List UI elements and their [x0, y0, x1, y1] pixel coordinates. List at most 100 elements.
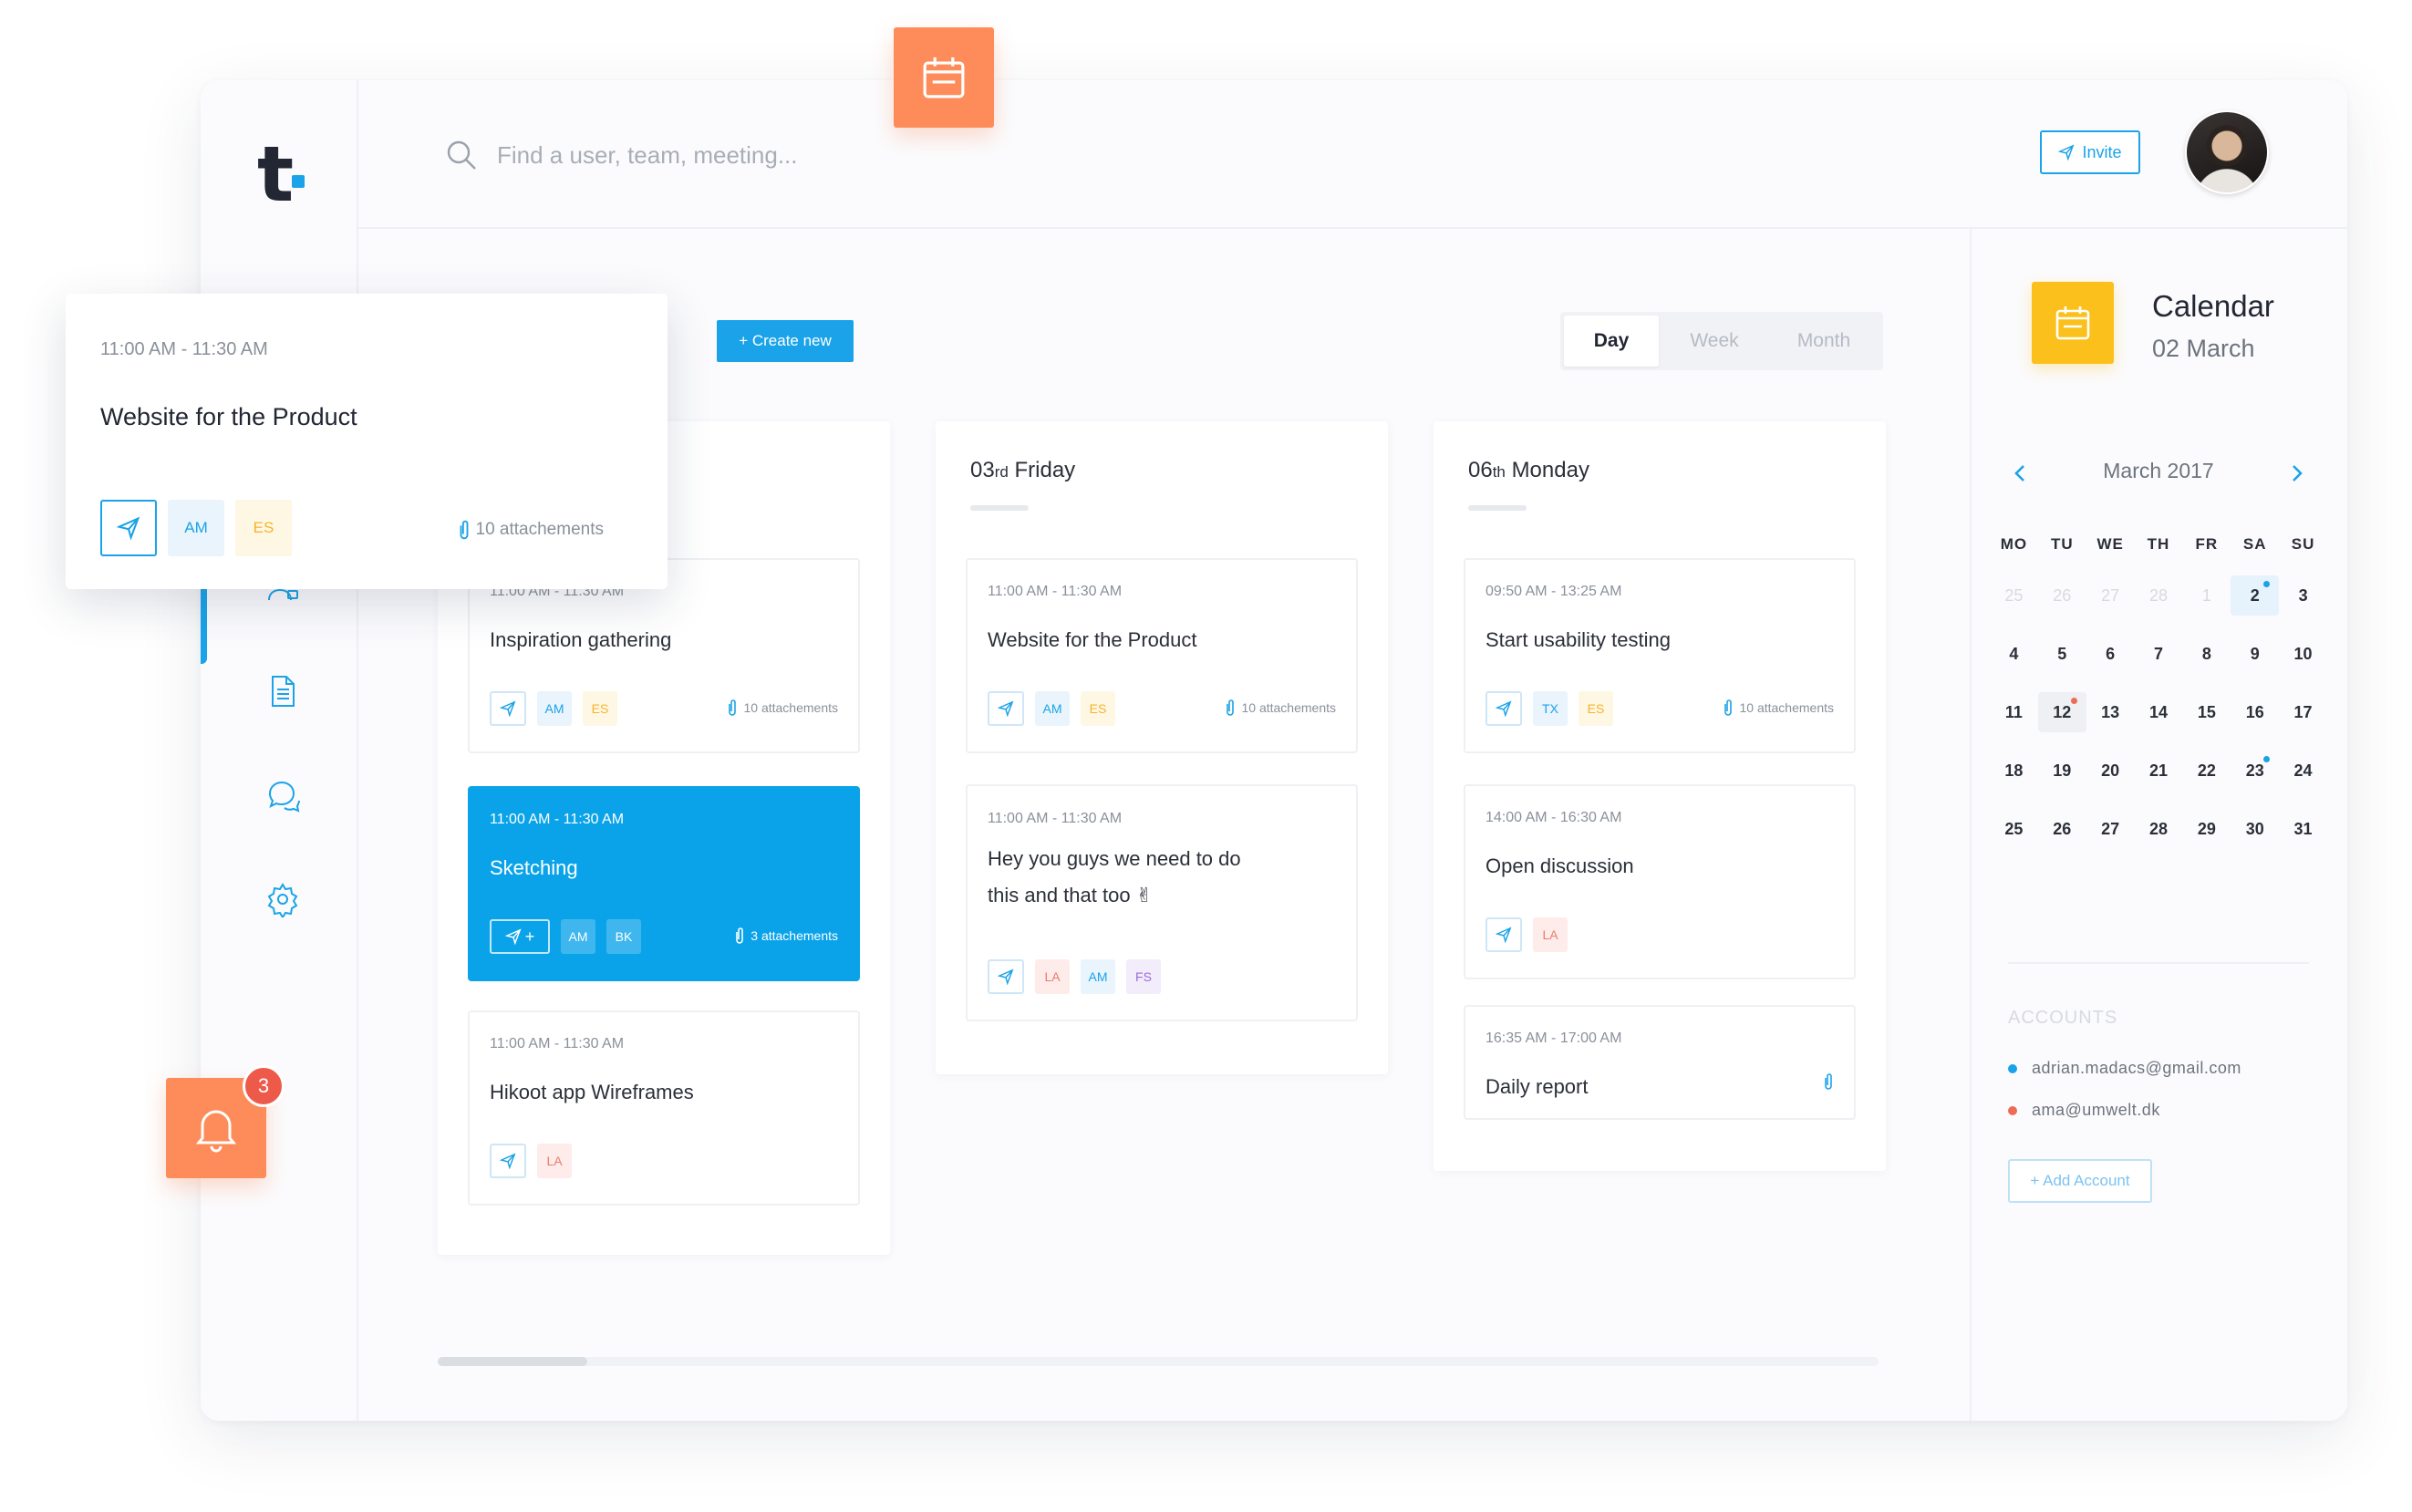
calendar-day[interactable]: 15	[2182, 692, 2231, 732]
send-button[interactable]	[1486, 917, 1522, 952]
add-account-button[interactable]: + Add Account	[2008, 1159, 2152, 1203]
calendar-day[interactable]: 23	[2231, 751, 2279, 791]
calendar-day[interactable]: 28	[2135, 809, 2183, 849]
invite-button[interactable]: Invite	[2040, 130, 2140, 174]
calendar-day[interactable]: 11	[1990, 692, 2038, 732]
event-card-selected[interactable]: 11:00 AM - 11:30 AM Sketching + AM BK 3 …	[468, 786, 860, 981]
attachments[interactable]: 10 attachements	[1225, 699, 1336, 717]
member-tag[interactable]: FS	[1126, 959, 1161, 994]
event-dot	[2070, 698, 2077, 704]
event-card[interactable]: 16:35 AM - 17:00 AM Daily report	[1464, 1005, 1856, 1120]
calendar-day[interactable]: 27	[2086, 575, 2135, 616]
event-card[interactable]: 11:00 AM - 11:30 AM Hey you guys we need…	[966, 784, 1358, 1021]
send-button[interactable]	[490, 1144, 526, 1178]
calendar-day[interactable]: 25	[1990, 809, 2038, 849]
weekday-label: TU	[2050, 535, 2074, 553]
calendar-day[interactable]: 9	[2231, 634, 2279, 674]
calendar-day[interactable]: 7	[2135, 634, 2183, 674]
attachments[interactable]: 3 attachements	[734, 927, 838, 945]
calendar-day[interactable]: 19	[2038, 751, 2086, 791]
day-number: 9	[2250, 644, 2260, 663]
tab-month[interactable]: Month	[1770, 316, 1878, 367]
event-card[interactable]: 09:50 AM - 13:25 AM Start usability test…	[1464, 558, 1856, 753]
member-tag[interactable]: TX	[1533, 691, 1568, 726]
send-button[interactable]	[988, 959, 1024, 994]
floating-calendar-button[interactable]	[894, 27, 994, 128]
event-card[interactable]: 11:00 AM - 11:30 AM Website for the Prod…	[966, 558, 1358, 753]
member-tag[interactable]: ES	[1579, 691, 1613, 726]
member-tag[interactable]: AM	[1081, 959, 1115, 994]
calendar-day[interactable]: 20	[2086, 751, 2135, 791]
calendar-day[interactable]: 26	[2038, 809, 2086, 849]
member-tag[interactable]: AM	[561, 919, 595, 954]
chevron-right-icon[interactable]	[2283, 461, 2309, 486]
calendar-day[interactable]: 8	[2182, 634, 2231, 674]
member-tag[interactable]: AM	[537, 691, 572, 726]
send-button[interactable]	[490, 691, 526, 726]
calendar-day[interactable]: 1	[2182, 575, 2231, 616]
calendar-day[interactable]: 31	[2279, 809, 2327, 849]
tab-week[interactable]: Week	[1659, 316, 1770, 367]
member-tag[interactable]: ES	[583, 691, 617, 726]
calendar-day[interactable]: 16	[2231, 692, 2279, 732]
attachments[interactable]: 10 attachements	[458, 518, 604, 542]
member-tag[interactable]: LA	[1035, 959, 1070, 994]
event-card[interactable]: 11:00 AM - 11:30 AM Hikoot app Wireframe…	[468, 1010, 860, 1206]
member-tag[interactable]: AM	[168, 500, 224, 556]
calendar-day[interactable]: 5	[2038, 634, 2086, 674]
member-tag[interactable]: ES	[235, 500, 292, 556]
account-item[interactable]: ama@umwelt.dk	[2008, 1101, 2160, 1120]
calendar-day[interactable]: 4	[1990, 634, 2038, 674]
send-button[interactable]	[1486, 691, 1522, 726]
calendar-day[interactable]: 2	[2231, 575, 2280, 616]
scrollbar-thumb[interactable]	[438, 1357, 587, 1366]
attachments-label: 10 attachements	[743, 700, 838, 715]
member-tag[interactable]: LA	[1533, 917, 1568, 952]
attachments[interactable]: 10 attachements	[727, 699, 838, 717]
bell-icon	[195, 1110, 237, 1153]
user-avatar[interactable]	[2185, 110, 2269, 194]
send-button[interactable]: +	[490, 919, 550, 954]
calendar-day[interactable]: 12	[2037, 692, 2086, 732]
calendar-day[interactable]: 10	[2279, 634, 2327, 674]
attachments[interactable]: 10 attachements	[1723, 699, 1834, 717]
app-logo[interactable]: t	[257, 129, 294, 219]
calendar-day[interactable]: 30	[2231, 809, 2279, 849]
calendar-day[interactable]: 3	[2279, 575, 2327, 616]
event-time: 11:00 AM - 11:30 AM	[988, 584, 1123, 599]
calendar-day[interactable]: 28	[2135, 575, 2183, 616]
calendar-day[interactable]: 26	[2038, 575, 2086, 616]
horizontal-scrollbar[interactable]	[438, 1357, 1879, 1366]
member-tag[interactable]: BK	[606, 919, 641, 954]
send-button[interactable]	[988, 691, 1024, 726]
create-new-button[interactable]: + Create new	[717, 320, 854, 362]
event-card[interactable]: 14:00 AM - 16:30 AM Open discussion LA	[1464, 784, 1856, 979]
day-number: 6	[2106, 644, 2116, 663]
event-title: Daily report	[1486, 1075, 1589, 1098]
member-tag[interactable]: ES	[1081, 691, 1115, 726]
sidebar-item-documents[interactable]	[264, 673, 301, 709]
member-tag[interactable]: AM	[1035, 691, 1070, 726]
member-tag[interactable]: LA	[537, 1144, 572, 1178]
calendar-day[interactable]: 17	[2279, 692, 2327, 732]
sidebar-item-settings[interactable]	[264, 881, 301, 919]
attachments[interactable]	[1823, 1072, 1834, 1091]
calendar-day[interactable]: 22	[2182, 751, 2231, 791]
calendar-day[interactable]: 14	[2135, 692, 2183, 732]
search-input[interactable]	[497, 133, 1044, 177]
floating-event-card[interactable]: 11:00 AM - 11:30 AM Website for the Prod…	[66, 294, 668, 589]
sidebar-item-messages[interactable]	[264, 777, 301, 813]
attachments-label: 10 attachements	[475, 520, 604, 539]
calendar-day[interactable]: 24	[2279, 751, 2327, 791]
calendar-day[interactable]: 6	[2086, 634, 2135, 674]
tab-day[interactable]: Day	[1564, 316, 1659, 367]
calendar-day[interactable]: 27	[2086, 809, 2135, 849]
calendar-day[interactable]: 18	[1990, 751, 2038, 791]
calendar-day[interactable]: 13	[2086, 692, 2135, 732]
send-button[interactable]	[100, 500, 157, 556]
calendar-day[interactable]: 25	[1990, 575, 2038, 616]
account-item[interactable]: adrian.madacs@gmail.com	[2008, 1059, 2241, 1078]
send-icon	[500, 1153, 516, 1169]
calendar-day[interactable]: 21	[2135, 751, 2183, 791]
calendar-day[interactable]: 29	[2182, 809, 2231, 849]
